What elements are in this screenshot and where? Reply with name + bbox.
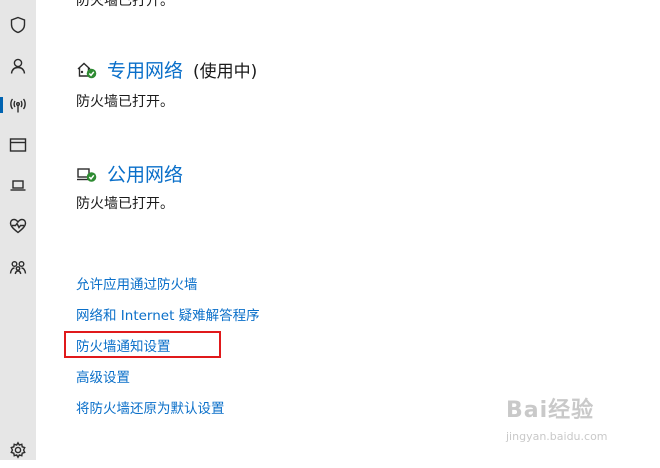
network-troubleshooter-link[interactable]: 网络和 Internet 疑难解答程序: [76, 304, 260, 324]
watermark-logo: Bai经验: [506, 398, 595, 423]
antenna-icon: [10, 98, 26, 113]
restore-defaults-link[interactable]: 将防火墙还原为默认设置: [76, 397, 225, 417]
person-icon: [10, 58, 26, 74]
nav-account-protection[interactable]: [0, 48, 36, 84]
private-network-in-use-label: (使用中): [193, 62, 258, 82]
gear-icon: [10, 441, 26, 459]
family-icon: [9, 261, 27, 275]
private-network-header[interactable]: 专用网络 (使用中): [76, 56, 257, 83]
allow-app-through-firewall-link[interactable]: 允许应用通过防火墙: [76, 273, 198, 293]
public-network-icon: [77, 167, 97, 182]
nav-device-health[interactable]: [0, 208, 36, 244]
baidu-jingyan-watermark: Bai经验 jingyan.baidu.com: [506, 392, 656, 452]
advanced-settings-link[interactable]: 高级设置: [76, 366, 130, 386]
laptop-icon: [10, 180, 26, 191]
private-network-status: 防火墙已打开。: [76, 94, 174, 110]
red-highlight-box: [64, 331, 221, 358]
nav-device-security[interactable]: [0, 167, 36, 203]
nav-app-browser-control[interactable]: [0, 127, 36, 163]
public-network-title[interactable]: 公用网络: [107, 160, 183, 187]
heart-pulse-icon: [9, 218, 27, 234]
sidebar: [0, 0, 36, 460]
public-network-header[interactable]: 公用网络: [76, 160, 183, 187]
app-window-icon: [9, 138, 27, 152]
domain-network-status: 防火墙已打开。: [76, 0, 174, 9]
nav-virus-protection[interactable]: [0, 7, 36, 43]
private-network-title[interactable]: 专用网络: [107, 56, 183, 83]
nav-family-options[interactable]: [0, 249, 36, 285]
private-network-icon: [77, 62, 97, 78]
nav-settings[interactable]: [0, 432, 36, 468]
shield-icon: [10, 16, 26, 34]
watermark-url: jingyan.baidu.com: [506, 430, 608, 443]
public-network-status: 防火墙已打开。: [76, 196, 174, 212]
nav-firewall-network[interactable]: [0, 87, 36, 123]
